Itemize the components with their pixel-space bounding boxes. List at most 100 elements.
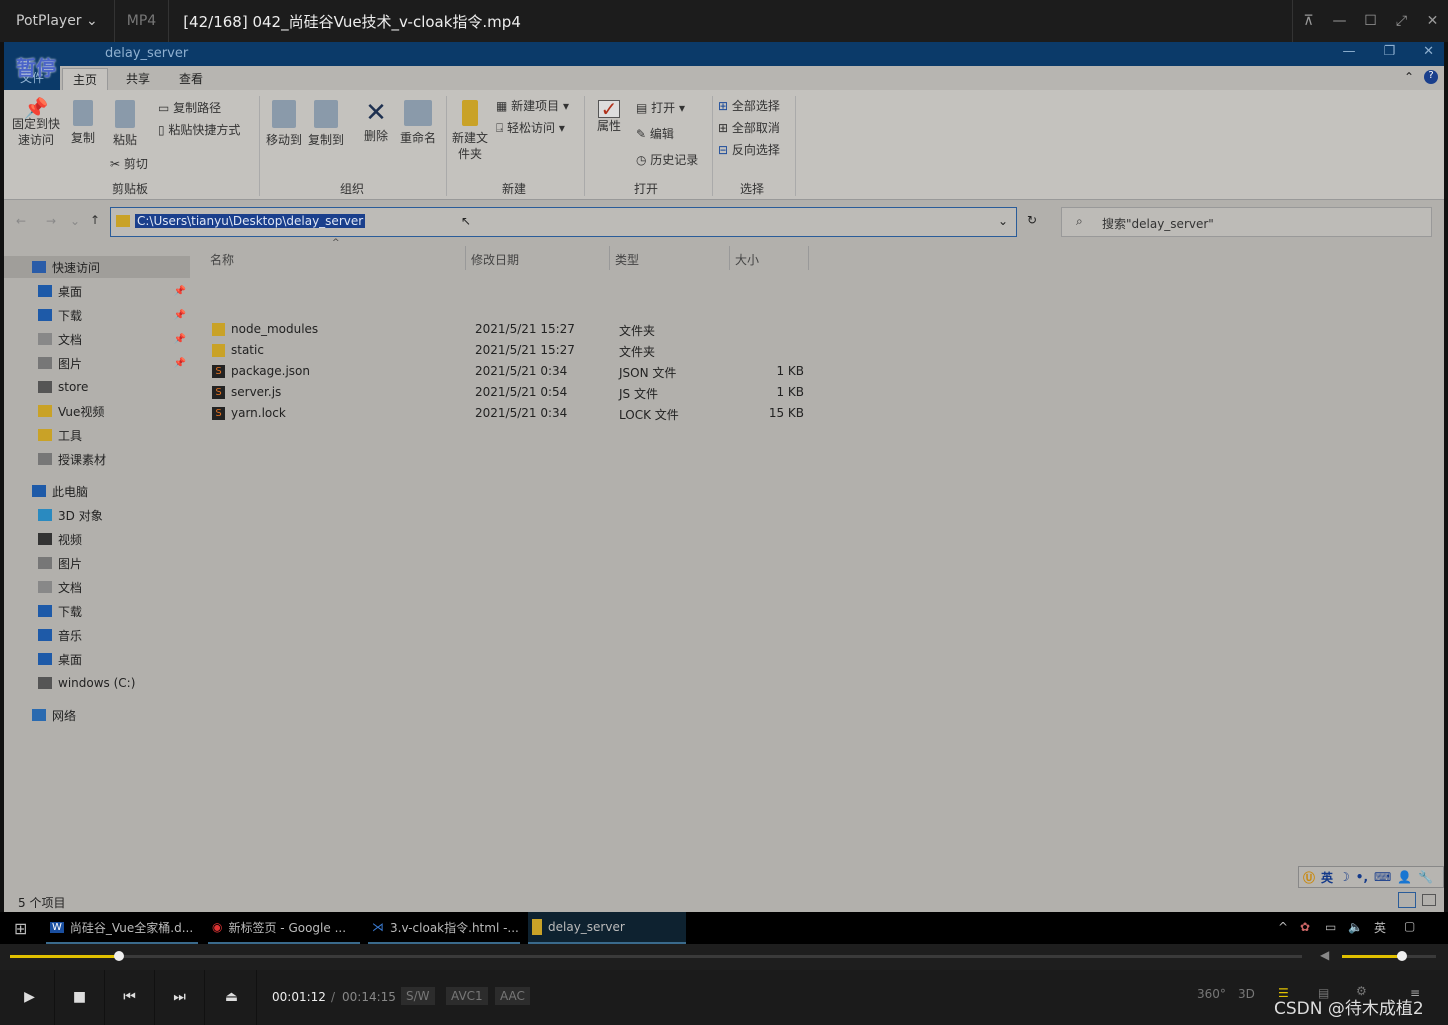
recent-dropdown[interactable]: ⌄ (70, 214, 80, 228)
nav-item[interactable]: 视频 (4, 528, 190, 550)
seek-bar[interactable] (10, 955, 1302, 958)
volume-handle[interactable] (1397, 951, 1408, 961)
3d-button[interactable]: 3D (1238, 987, 1255, 1001)
notification-icon[interactable]: ▢ (1404, 919, 1415, 933)
close-button[interactable]: ✕ (1417, 0, 1448, 42)
move-to-button[interactable]: 移动到 (264, 100, 304, 148)
copy-button[interactable]: 复制 (68, 100, 98, 146)
column-type[interactable]: 类型 (615, 251, 639, 268)
tag-audio-codec[interactable]: AAC (495, 987, 530, 1005)
speaker-icon[interactable]: ◀ (1320, 948, 1329, 962)
file-row[interactable]: node_modules 2021/5/21 15:27 文件夹 (204, 319, 808, 340)
tab-view[interactable]: 查看 (179, 70, 203, 87)
back-button[interactable]: ← (16, 214, 26, 228)
nav-item[interactable]: 3D 对象 (4, 504, 190, 526)
easy-access-button[interactable]: ⍈ 轻松访问 ▾ (496, 120, 565, 136)
nav-item[interactable]: 图片 (4, 552, 190, 574)
file-row[interactable]: S yarn.lock 2021/5/21 0:34 LOCK 文件 15 KB (204, 403, 808, 424)
play-button[interactable]: ▶ (5, 970, 55, 1025)
search-input[interactable]: ⌕ 搜索"delay_server" (1061, 207, 1432, 237)
taskbar-item-explorer[interactable]: delay_server (528, 912, 686, 944)
tab-share[interactable]: 共享 (126, 70, 150, 87)
nav-item[interactable]: 网络 (4, 704, 190, 726)
nav-item[interactable]: 此电脑 (4, 480, 190, 502)
nav-item[interactable]: 音乐 (4, 624, 190, 646)
copy-path-button[interactable]: ▭ 复制路径 (158, 100, 221, 116)
properties-button[interactable]: ✓ 属性 (594, 99, 624, 134)
taskbar-item-vscode[interactable]: ⋊ 3.v-cloak指令.html -... (368, 912, 520, 944)
tray-expand-icon[interactable]: ^ (1278, 920, 1288, 934)
select-none-button[interactable]: ⊞ 全部取消 (718, 120, 780, 136)
close-button[interactable]: ✕ (1423, 44, 1434, 59)
pin-icon[interactable]: ⊼ (1293, 0, 1324, 42)
nav-item[interactable]: 图片 📌 (4, 352, 190, 374)
windows-start-icon[interactable]: ⊞ (14, 919, 27, 938)
tray-app-icon[interactable]: ✿ (1300, 920, 1310, 934)
tag-video-codec[interactable]: AVC1 (446, 987, 488, 1005)
player-menu-button[interactable]: PotPlayer ⌄ (0, 0, 115, 42)
tab-home[interactable]: 主页 (62, 68, 109, 90)
maximize-button[interactable]: ☐ (1355, 0, 1386, 42)
column-name[interactable]: 名称 (210, 251, 234, 268)
pin-button[interactable]: 📌 固定到快速访问 (10, 98, 62, 148)
nav-item[interactable]: 授课素材 (4, 448, 190, 470)
tag-sw[interactable]: S/W (401, 987, 435, 1005)
history-button[interactable]: ◷ 历史记录 (636, 152, 698, 168)
eject-button[interactable]: ⏏ (207, 970, 257, 1025)
network-icon[interactable]: ▭ (1325, 920, 1336, 934)
address-bar[interactable]: C:\Users\tianyu\Desktop\delay_server ↖ ⌄ (110, 207, 1017, 237)
minimize-button[interactable]: — (1324, 0, 1355, 42)
select-all-button[interactable]: ⊞ 全部选择 (718, 98, 780, 114)
ribbon-collapse-icon[interactable]: ⌃ (1404, 70, 1414, 84)
nav-item[interactable]: Vue视频 (4, 400, 190, 422)
delete-button[interactable]: ✕ 删除 (360, 98, 392, 144)
edit-button[interactable]: ✎ 编辑 (636, 126, 674, 142)
file-row[interactable]: S server.js 2021/5/21 0:54 JS 文件 1 KB (204, 382, 808, 403)
fullscreen-button[interactable]: ⤢ (1386, 0, 1417, 42)
stop-button[interactable]: ■ (55, 970, 105, 1025)
rename-button[interactable]: 重命名 (398, 100, 438, 146)
nav-item[interactable]: 文档 📌 (4, 328, 190, 350)
new-item-button[interactable]: ▦ 新建项目 ▾ (496, 98, 569, 114)
copy-to-button[interactable]: 复制到 (306, 100, 346, 148)
nav-item[interactable]: 文档 (4, 576, 190, 598)
next-button[interactable]: ⏭ (155, 970, 205, 1025)
volume-icon[interactable]: 🔈 (1348, 920, 1363, 934)
column-size[interactable]: 大小 (735, 251, 759, 268)
help-icon[interactable]: ? (1424, 70, 1438, 84)
refresh-button[interactable]: ↻ (1027, 213, 1037, 227)
ime-toolbar[interactable]: Ⓤ 英 ☽ •, ⌨ 👤 🔧 (1298, 866, 1444, 888)
paste-shortcut-button[interactable]: ▯ 粘贴快捷方式 (158, 122, 240, 138)
forward-button[interactable]: → (46, 214, 56, 228)
cut-button[interactable]: ✂ 剪切 (110, 156, 148, 172)
nav-item[interactable]: 桌面 (4, 648, 190, 670)
new-folder-button[interactable]: 新建文件夹 (452, 100, 488, 162)
large-icons-view-button[interactable] (1422, 894, 1436, 906)
vr-360-button[interactable]: 360° (1197, 987, 1226, 1001)
taskbar-item-chrome[interactable]: ◉ 新标签页 - Google ... (208, 912, 360, 944)
open-button[interactable]: ▤ 打开 ▾ (636, 100, 685, 116)
nav-item[interactable]: windows (C:) (4, 672, 190, 694)
previous-button[interactable]: ⏮ (105, 970, 155, 1025)
column-date[interactable]: 修改日期 (471, 251, 519, 268)
details-view-button[interactable] (1398, 892, 1416, 908)
invert-selection-button[interactable]: ⊟ 反向选择 (718, 142, 780, 158)
paste-button[interactable]: 粘贴 (110, 100, 140, 148)
nav-item[interactable]: 下载 (4, 600, 190, 622)
nav-item[interactable]: 快速访问 (4, 256, 190, 278)
minimize-button[interactable]: — (1342, 44, 1355, 59)
tray-lang[interactable]: 英 (1374, 919, 1386, 936)
address-dropdown[interactable]: ⌄ (998, 214, 1008, 228)
file-row[interactable]: S package.json 2021/5/21 0:34 JSON 文件 1 … (204, 361, 808, 382)
file-row[interactable]: static 2021/5/21 15:27 文件夹 (204, 340, 808, 361)
nav-item[interactable]: 工具 (4, 424, 190, 446)
nav-item[interactable]: 下载 📌 (4, 304, 190, 326)
address-input[interactable]: C:\Users\tianyu\Desktop\delay_server (135, 214, 366, 228)
pause-overlay: 暂停 (16, 56, 56, 80)
restore-button[interactable]: ❐ (1383, 44, 1395, 59)
seek-handle[interactable] (113, 951, 124, 961)
nav-item[interactable]: 桌面 📌 (4, 280, 190, 302)
taskbar-item-word[interactable]: W 尚硅谷_Vue全家桶.d... (46, 912, 198, 944)
up-button[interactable]: ↑ (90, 213, 100, 227)
nav-item[interactable]: store (4, 376, 190, 398)
